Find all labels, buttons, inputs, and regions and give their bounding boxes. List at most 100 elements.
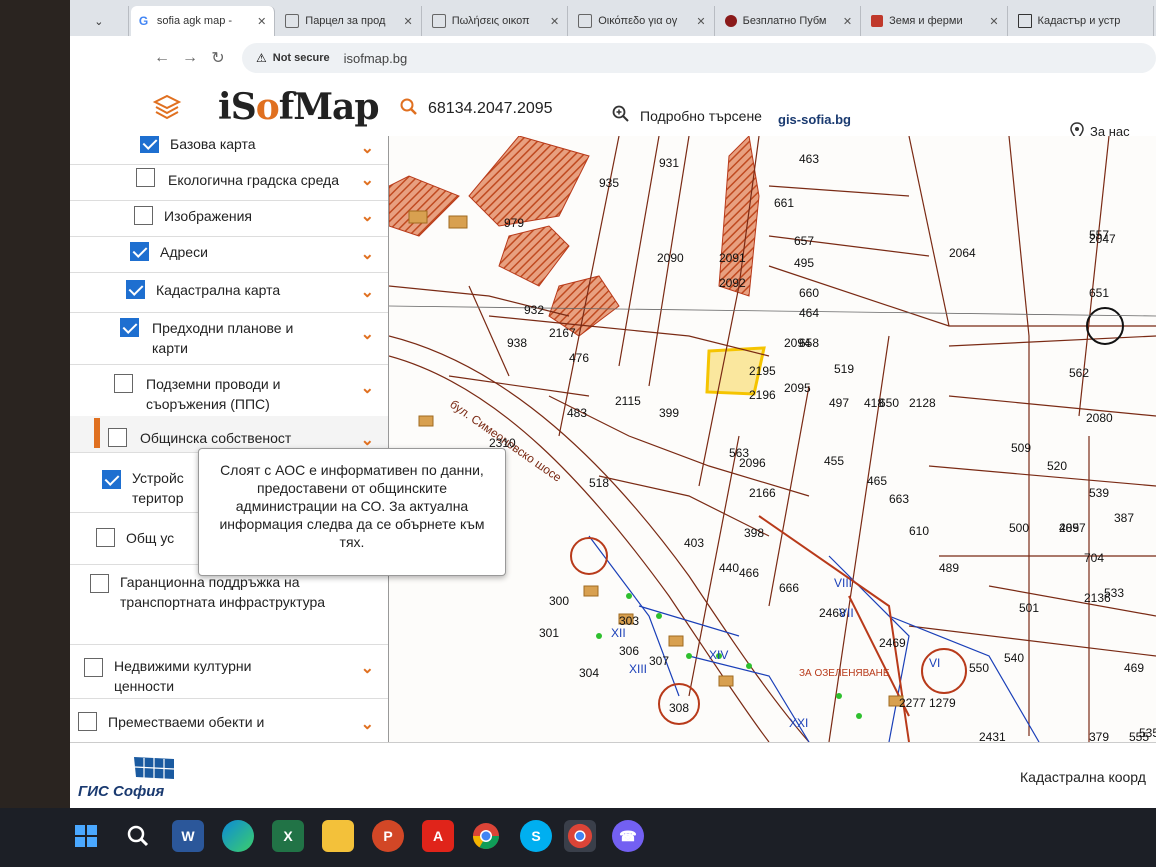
layer-eco-environment[interactable]: Екологична градска среда ⌄: [70, 164, 388, 201]
layers-icon[interactable]: [152, 92, 182, 122]
chevron-down-icon[interactable]: ⌄: [361, 324, 374, 344]
parcel-number: 2469: [879, 636, 906, 650]
parcel-number: 520: [1047, 459, 1068, 473]
chevron-down-icon[interactable]: ⌄: [361, 138, 374, 158]
search-icon[interactable]: [122, 820, 154, 852]
tab-4[interactable]: Безплатно Пубм ✕: [717, 6, 862, 36]
advanced-search-icon[interactable]: [612, 105, 630, 123]
parcel-number: 610: [909, 524, 930, 538]
not-secure-badge[interactable]: Not secure: [273, 52, 330, 64]
checkbox[interactable]: [90, 574, 109, 593]
url-text[interactable]: isofmap.bg: [344, 51, 408, 66]
close-icon[interactable]: ✕: [989, 15, 998, 28]
chrome-icon[interactable]: [470, 820, 502, 852]
layer-images[interactable]: Изображения ⌄: [70, 200, 388, 237]
checkbox[interactable]: [120, 318, 139, 337]
gis-sofia-logo-text: ГИС София: [78, 783, 165, 800]
parcel-number: 539: [1089, 486, 1110, 500]
skype-icon[interactable]: S: [520, 820, 552, 852]
chevron-down-icon[interactable]: ⌄: [361, 378, 374, 398]
close-icon[interactable]: ✕: [843, 15, 852, 28]
layer-transport-warranty[interactable]: Гаранционна поддръжка на транспортната и…: [70, 564, 388, 645]
chevron-down-icon[interactable]: ⌄: [361, 282, 374, 302]
edge-icon[interactable]: [222, 820, 254, 852]
viber-icon[interactable]: ☎: [612, 820, 644, 852]
tab-1[interactable]: Парцел за прод ✕: [277, 6, 422, 36]
parcel-number: 518: [589, 476, 610, 490]
warning-icon[interactable]: ⚠: [256, 51, 267, 65]
layer-movable-objects[interactable]: Преместваеми обекти и ⌄: [70, 698, 388, 742]
checkbox[interactable]: [130, 242, 149, 261]
layer-underground-utilities[interactable]: Подземни проводи и съоръжения (ППС) ⌄: [70, 364, 388, 417]
excel-icon[interactable]: X: [272, 820, 304, 852]
checkbox[interactable]: [96, 528, 115, 547]
checkbox[interactable]: [134, 206, 153, 225]
layer-base-map[interactable]: Базова карта ⌄: [70, 136, 388, 165]
chevron-down-icon[interactable]: ⌄: [361, 714, 374, 734]
checkbox[interactable]: [136, 168, 155, 187]
tab-0[interactable]: G sofia agk map - ✕: [130, 6, 276, 36]
chevron-down-icon[interactable]: ⌄: [361, 430, 374, 450]
close-icon[interactable]: ✕: [696, 15, 705, 28]
windows-start-icon[interactable]: [70, 820, 102, 852]
checkbox[interactable]: [114, 374, 133, 393]
advanced-search-link[interactable]: Подробно търсене: [640, 108, 762, 124]
layer-addresses[interactable]: Адреси ⌄: [70, 236, 388, 273]
checkbox[interactable]: [78, 712, 97, 731]
chevron-down-icon[interactable]: ⌄: [361, 658, 374, 678]
parcel-number: 938: [507, 336, 528, 350]
parcel-number: 2431: [979, 730, 1006, 742]
checkbox[interactable]: [102, 470, 121, 489]
close-icon[interactable]: ✕: [257, 15, 266, 28]
tab-3[interactable]: Οικόπεδο για ογ ✕: [570, 6, 715, 36]
acrobat-icon[interactable]: A: [422, 820, 454, 852]
checkbox[interactable]: [84, 658, 103, 677]
checkbox[interactable]: [126, 280, 145, 299]
hover-marker: [94, 418, 100, 448]
word-icon[interactable]: W: [172, 820, 204, 852]
tab-5[interactable]: Земя и ферми ✕: [863, 6, 1008, 36]
map-canvas[interactable]: бул. Симеоновско шосе ЗА ОЗЕЛЕНЯВАНЕ 931…: [389, 136, 1156, 742]
app-header: iSofMap 68134.2047.2095 Подробно търсене…: [70, 80, 1156, 140]
parcel-number: 398: [744, 526, 765, 540]
layer-cadastral-map[interactable]: Кадастрална карта ⌄: [70, 272, 388, 313]
search-icon[interactable]: [400, 98, 418, 116]
tab-6[interactable]: Кадастър и устр: [1010, 6, 1154, 36]
parcel-number: 2195: [749, 364, 776, 378]
parcel-number: 660: [799, 286, 820, 300]
parcel-number: 651: [1089, 286, 1110, 300]
isofmap-logo[interactable]: iSofMap: [218, 86, 380, 128]
parcel-number: 2064: [949, 246, 976, 260]
gis-sofia-link[interactable]: gis-sofia.bg: [778, 112, 851, 127]
coordinates-label: Кадастрална коорд: [1020, 769, 1146, 785]
chrome-profile-icon[interactable]: [564, 820, 596, 852]
parcel-number: 519: [834, 362, 855, 376]
tab-2[interactable]: Πωλήσεις οικοπ ✕: [424, 6, 569, 36]
site-icon: [431, 14, 446, 28]
plan-zone-label: XXI: [789, 716, 809, 730]
layer-previous-plans[interactable]: Предходни планове и карти ⌄: [70, 312, 388, 365]
plan-zone-label: XIV: [709, 648, 729, 662]
tab-list-button[interactable]: ⌄: [70, 6, 129, 36]
search-input[interactable]: 68134.2047.2095: [428, 100, 553, 118]
close-icon[interactable]: ✕: [550, 15, 559, 28]
chevron-down-icon[interactable]: ⌄: [361, 170, 374, 190]
powerpoint-icon[interactable]: P: [372, 820, 404, 852]
chevron-down-icon[interactable]: ⌄: [361, 244, 374, 264]
parcel-number: 476: [569, 351, 590, 365]
checkbox[interactable]: [140, 136, 159, 153]
layer-cultural-heritage[interactable]: Недвижими културни ценности ⌄: [70, 644, 388, 699]
close-icon[interactable]: ✕: [404, 15, 413, 28]
parcel-number: 399: [659, 406, 680, 420]
plan-zone-label: XIII: [629, 662, 648, 676]
checkbox[interactable]: [108, 428, 127, 447]
reload-icon[interactable]: ↻: [204, 48, 232, 68]
forward-icon[interactable]: →: [176, 49, 204, 67]
url-field[interactable]: ⚠ Not secure isofmap.bg: [242, 43, 1156, 73]
taskbar: W X P A S ☎: [0, 808, 1156, 867]
parcel-number: 2136: [1084, 591, 1111, 605]
back-icon[interactable]: ←: [148, 49, 176, 67]
file-explorer-icon[interactable]: [322, 820, 354, 852]
chevron-down-icon[interactable]: ⌄: [361, 206, 374, 226]
parcel-number: 650: [879, 396, 900, 410]
